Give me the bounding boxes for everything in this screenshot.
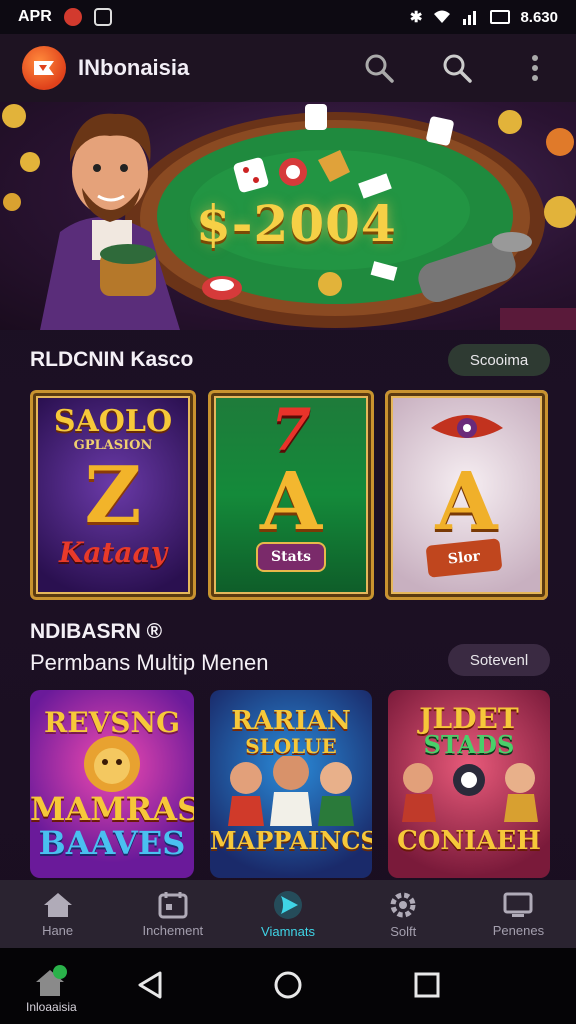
app-logo[interactable] (22, 46, 66, 90)
home-app-shortcut[interactable] (30, 962, 70, 1002)
players-chips-illustration (402, 763, 538, 822)
battery-icon (490, 10, 511, 24)
hero-banner[interactable]: $-2004 (0, 102, 576, 330)
home-app-label: Inloaaisia (26, 1000, 77, 1014)
game-card-5-title: RARIAN (231, 706, 351, 736)
bottom-navigation: Hane Inchement Viamnats Solft Penenes (0, 880, 576, 948)
signal-icon (463, 11, 477, 25)
game-card-2[interactable]: 7 A Stats (208, 390, 374, 600)
bluetooth-icon: ✱ (409, 9, 423, 26)
game-card-1[interactable]: SAOLO GPLASION Z Kataay (30, 390, 196, 600)
game-card-5-name: MAPPAINCS (210, 826, 372, 855)
recents-icon[interactable] (413, 971, 441, 999)
section-subtitle-multiplayer: Permbans Multip Menen (30, 650, 269, 675)
play-icon (274, 890, 302, 919)
message-icon (93, 8, 112, 26)
home-circle-icon[interactable] (273, 970, 303, 1000)
app-root: APR ✱ 8.630 INbonaisia $-2004 RLDCNIN Ka… (0, 0, 576, 1024)
gear-icon (390, 892, 416, 917)
game-card-6-name: CONIAEH (397, 826, 541, 856)
app-title: INbonaisia (78, 55, 190, 80)
status-bar: APR ✱ 8.630 (0, 0, 576, 34)
app-bar: INbonaisia (0, 34, 576, 102)
back-icon[interactable] (136, 970, 166, 1000)
ticket-logo-icon (34, 61, 54, 75)
section1-see-all-button[interactable]: Scooima (448, 344, 550, 376)
game-card-5[interactable]: RARIAN SLOLUE MAPPAINCS (210, 690, 372, 878)
carrier-text: APR (18, 8, 52, 25)
nav-item-inchement[interactable]: Inchement (115, 880, 230, 948)
home-icon (43, 892, 72, 917)
monitor-icon (503, 892, 533, 917)
game-card-6-subtitle: STADS (423, 730, 515, 759)
game-card-4-name-1: MAMRAS (30, 790, 194, 828)
nav-item-penenes[interactable]: Penenes (461, 880, 576, 948)
nav-item-viamnats[interactable]: Viamnats (230, 880, 345, 948)
search-button-2[interactable] (438, 49, 476, 87)
nav-label-penenes: Penenes (492, 922, 545, 938)
house-app-icon (36, 965, 67, 996)
game-card-6[interactable]: JLDET STADS CONIAEH (388, 690, 550, 878)
card-frame (208, 390, 374, 600)
card-frame (385, 390, 548, 600)
section-title-casino: RLDCNIN Kasco (30, 348, 194, 371)
nav-item-solft[interactable]: Solft (346, 880, 461, 948)
lion-emblem-icon (84, 736, 140, 792)
nav-label-solft: Solft (390, 923, 417, 939)
search-icon (443, 54, 472, 83)
section2-see-all-button[interactable]: Sotevenl (448, 644, 550, 676)
section-title-tournament: NDIBASRN ® (30, 620, 163, 643)
nav-item-home[interactable]: Hane (0, 880, 115, 948)
jackpot-amount: $-2004 (196, 194, 397, 253)
search-icon (365, 54, 394, 83)
game-card-5-subtitle: SLOLUE (245, 734, 337, 758)
search-button[interactable] (360, 49, 398, 87)
nav-label-inchement: Inchement (142, 922, 204, 938)
app-notification-icon (63, 8, 82, 26)
more-menu-button[interactable] (516, 49, 554, 87)
card-frame (30, 390, 196, 600)
system-navigation-bar (0, 948, 576, 1024)
players-illustration (228, 756, 354, 826)
calendar-icon (158, 891, 188, 918)
clock-text: 8.630 (520, 8, 558, 26)
game-card-4-name-2: BAAVES (38, 824, 186, 862)
more-vertical-icon (532, 55, 538, 81)
game-card-3[interactable]: A Slor (385, 390, 548, 600)
wifi-icon (434, 10, 451, 23)
game-card-4[interactable]: REVSNG MAMRAS BAAVES (30, 690, 194, 878)
nav-label-viamnats: Viamnats (261, 923, 315, 939)
nav-label-home: Hane (42, 922, 74, 938)
